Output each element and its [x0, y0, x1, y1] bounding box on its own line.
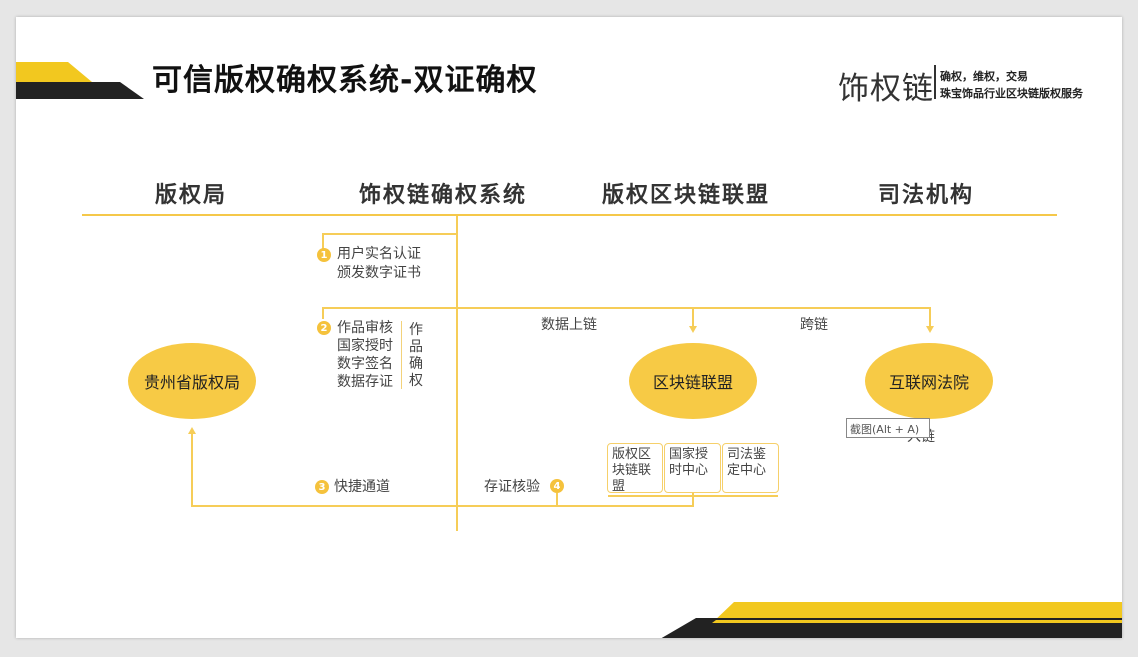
court-drop-line	[929, 307, 931, 327]
arrow-up-icon	[188, 427, 196, 434]
brand-divider	[934, 65, 936, 99]
box-national-time-center: 国家授时中心	[664, 443, 721, 493]
step1-connector	[322, 233, 458, 235]
screenshot-tooltip: 截图(Alt + A)	[846, 418, 930, 438]
step2-bracket	[401, 321, 402, 389]
edge-label-cross-chain: 跨链	[800, 317, 828, 333]
step3-text: 快捷通道	[334, 479, 390, 495]
system-vertical-line	[456, 216, 458, 531]
arrow-down-icon	[926, 326, 934, 333]
step1-text-2: 颁发数字证书	[337, 265, 421, 281]
step2-text-4: 数据存证	[337, 374, 393, 390]
step2-connector-drop	[322, 307, 324, 319]
node-blockchain-alliance: 区块链联盟	[629, 343, 757, 419]
bottom-return-line	[191, 505, 693, 507]
footer-stripes	[661, 602, 1122, 638]
step4-text: 存证核验	[484, 479, 540, 495]
column-header-alliance: 版权区块链联盟	[602, 183, 771, 208]
upload-line	[322, 307, 931, 309]
column-header-system: 饰权链确权系统	[359, 183, 528, 208]
header-stripes	[16, 62, 144, 99]
step2-text-2: 国家授时	[337, 338, 393, 354]
alliance-drop-line	[692, 307, 694, 327]
node-copyright-office: 贵州省版权局	[128, 343, 256, 419]
slide: 可信版权确权系统-双证确权 饰权链 确权，维权，交易 珠宝饰品行业区块链版权服务…	[16, 17, 1122, 638]
node-internet-court: 互联网法院	[865, 343, 993, 419]
step-number-4: 4	[550, 479, 564, 493]
edge-label-data-upload: 数据上链	[541, 317, 597, 333]
brand-logo: 饰权链	[838, 71, 934, 107]
box-forensic-center: 司法鉴定中心	[722, 443, 779, 493]
step1-text-1: 用户实名认证	[337, 246, 421, 262]
step2-text-3: 数字签名	[337, 356, 393, 372]
step4-connector	[556, 493, 558, 507]
page-title: 可信版权确权系统-双证确权	[152, 63, 538, 98]
step2-text-1: 作品审核	[337, 320, 393, 336]
step-number-1: 1	[317, 248, 331, 262]
step-number-3: 3	[315, 480, 329, 494]
brand-tagline-2: 珠宝饰品行业区块链版权服务	[940, 87, 1083, 100]
arrow-down-icon	[689, 326, 697, 333]
box-underline	[608, 495, 778, 497]
column-header-judicial: 司法机构	[878, 183, 975, 208]
office-return-line	[191, 433, 193, 507]
header-underline	[82, 214, 1057, 216]
step2-vertical-label: 作品确权	[409, 322, 423, 389]
step-number-2: 2	[317, 321, 331, 335]
box-copyright-alliance: 版权区块链联盟	[607, 443, 663, 494]
brand-tagline: 确权，维权，交易	[940, 70, 1028, 83]
column-header-copyright-office: 版权局	[155, 183, 228, 208]
